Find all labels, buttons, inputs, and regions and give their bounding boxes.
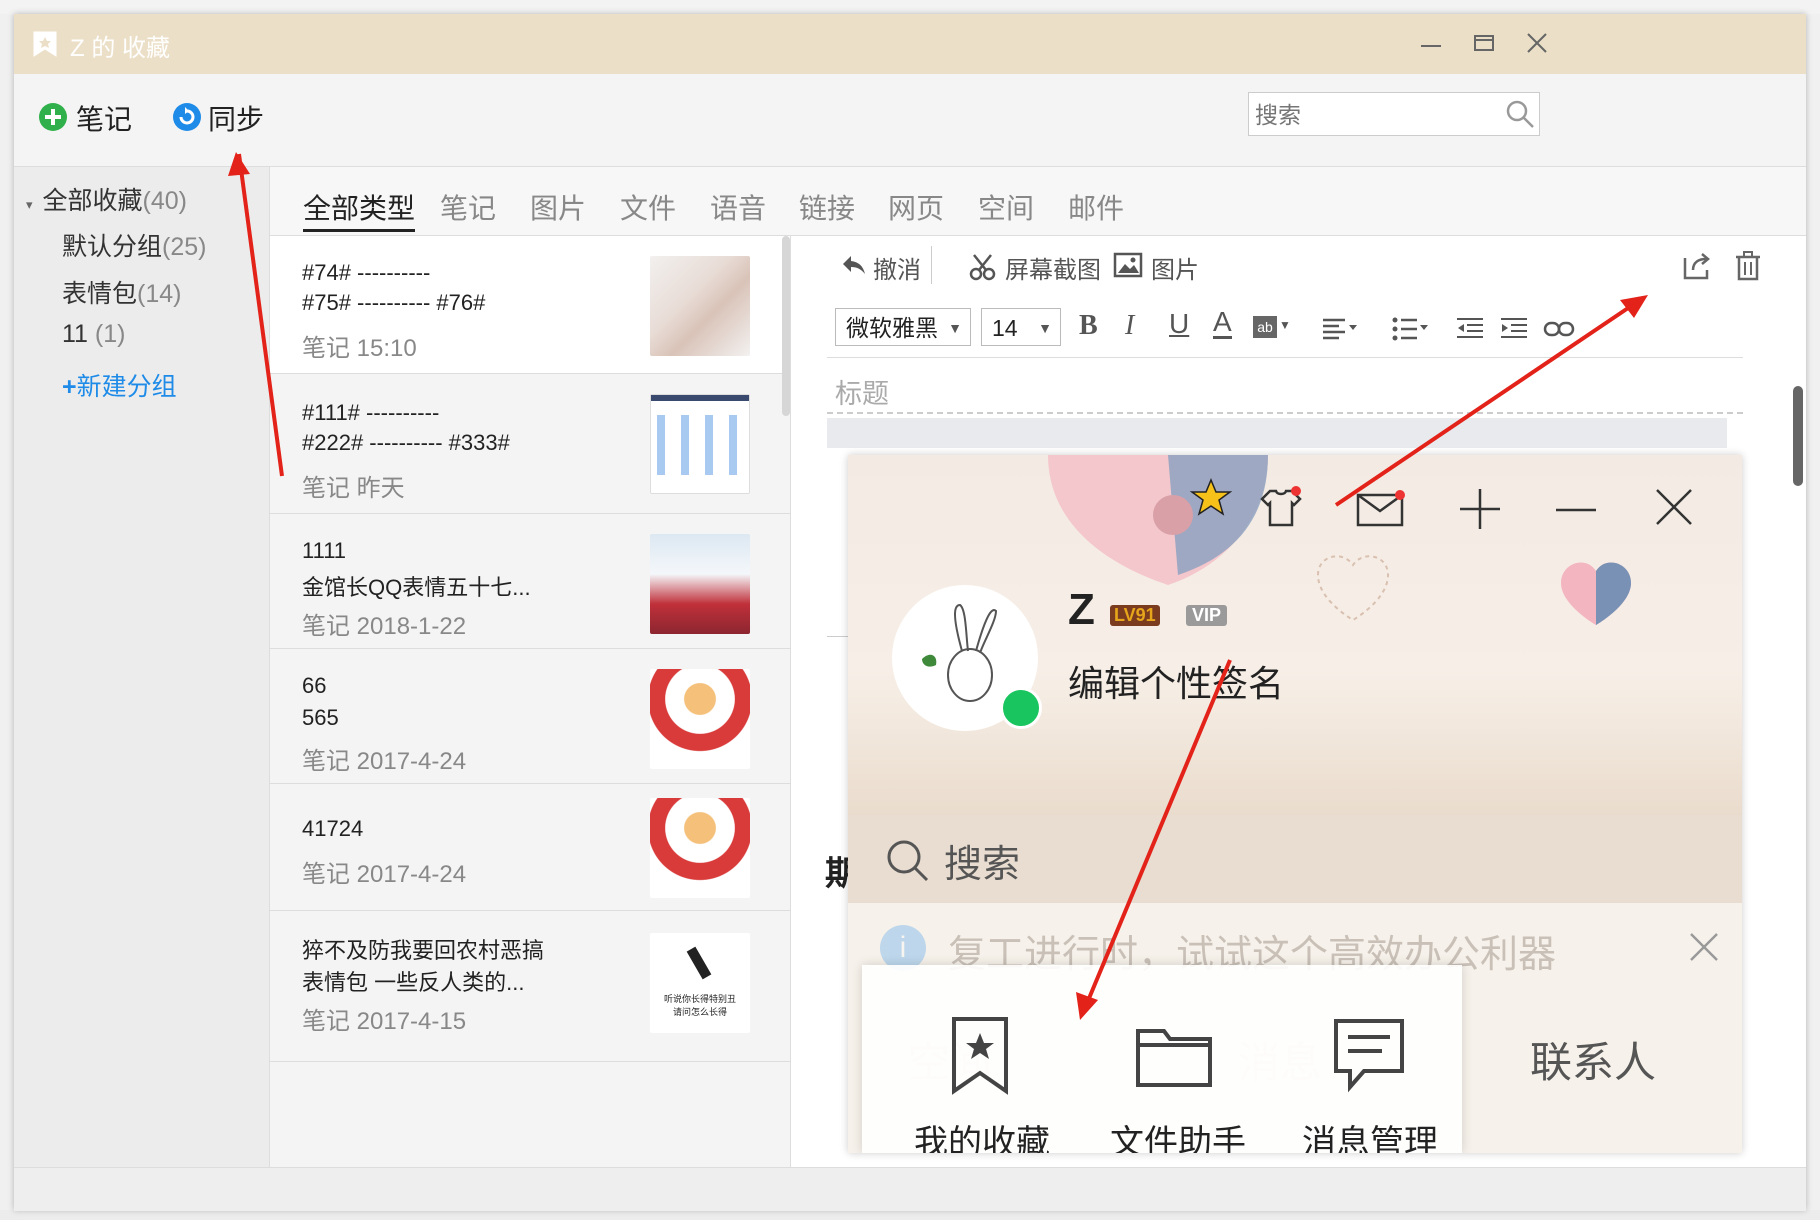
arrow-to-favorites [1076,659,1232,1020]
arrow-to-sync [228,152,284,477]
annotation-arrows [228,152,1648,1020]
arrow-to-share [1334,295,1648,507]
